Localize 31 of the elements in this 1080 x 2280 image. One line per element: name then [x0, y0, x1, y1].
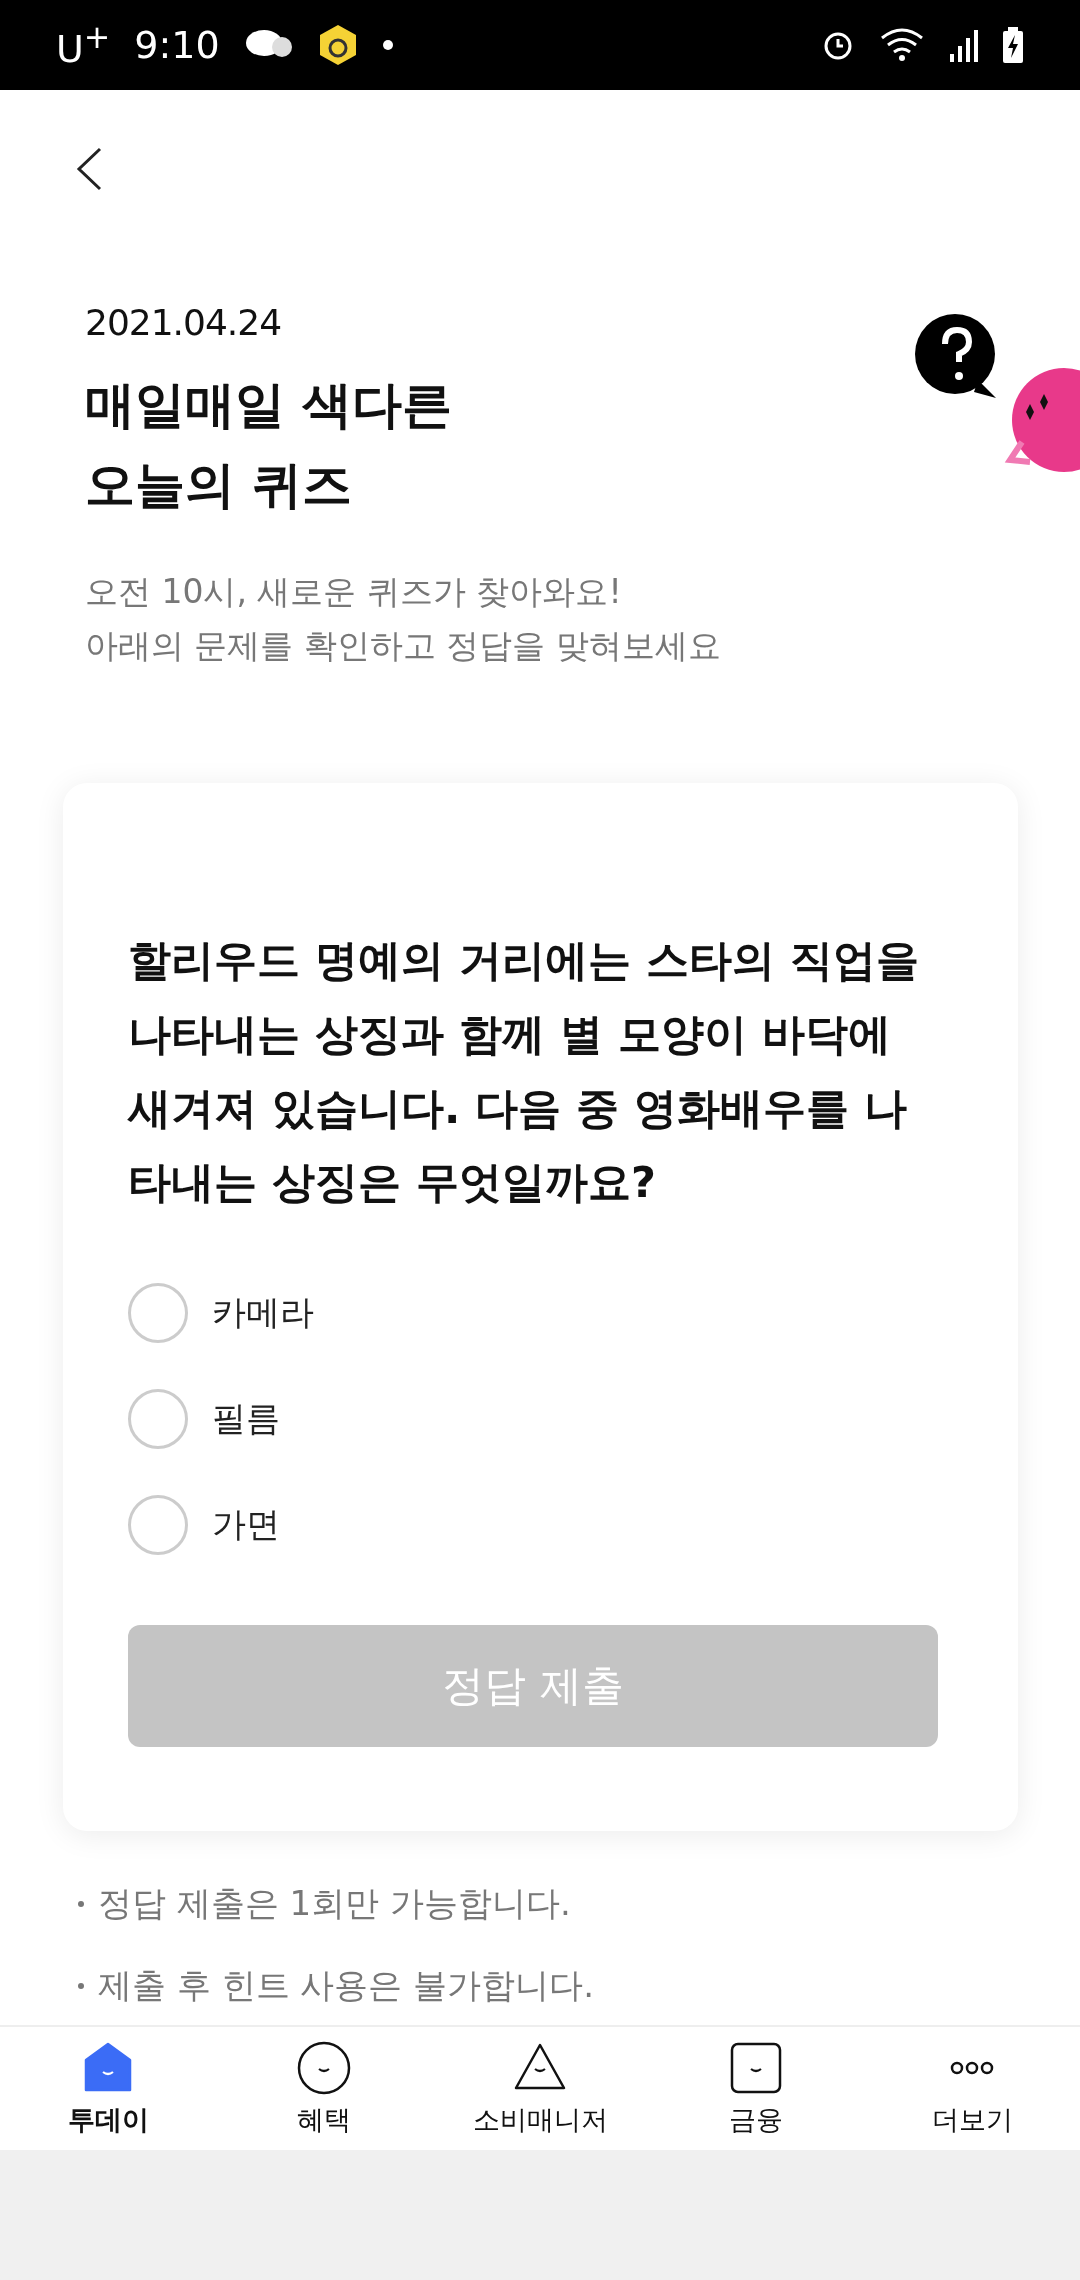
tab[interactable]: 소비매니저 [440, 2039, 640, 2138]
clock: 9:10 [134, 23, 220, 67]
bullet-icon [78, 1983, 84, 1989]
signal-icon [948, 28, 978, 62]
subtitle: 아래의 문제를 확인하고 정답을 맞혀보세요 [85, 625, 722, 667]
option-label[interactable]: 가면 [212, 1502, 280, 1548]
radio-button[interactable] [128, 1389, 188, 1449]
tab[interactable]: 금융 [656, 2039, 856, 2138]
note-text: 정답 제출은 1회만 가능합니다. [98, 1882, 571, 1925]
note-text: 제출 후 힌트 사용은 불가합니다. [98, 1964, 595, 2007]
app-badge-icon [317, 23, 358, 67]
page-title: 매일매일 색다른 [85, 375, 454, 436]
wifi-icon [880, 28, 924, 62]
battery-icon [1002, 27, 1024, 63]
dot-icon [381, 39, 394, 51]
option-label[interactable]: 필름 [212, 1396, 280, 1442]
tab[interactable]: 혜택 [224, 2039, 424, 2138]
quiz-date: 2021.04.24 [85, 302, 283, 343]
tab[interactable]: 더보기 [872, 2039, 1072, 2138]
tab[interactable]: 투데이 [8, 2039, 208, 2138]
carrier-label: U$^{+}$ [56, 19, 111, 71]
option-label[interactable]: 카메라 [212, 1290, 314, 1336]
radio-button[interactable] [128, 1495, 188, 1555]
page-title: 오늘의 퀴즈 [85, 455, 354, 516]
question-text: 할리우드 명예의 거리에는 스타의 직업을 나타내는 상징과 함께 별 모양이 바닥에 새겨져 있습니다. 다음 중 영화배우를 나타내는 상징은 무엇일까요? [128, 934, 920, 1209]
smiley-circle-icon [296, 2039, 352, 2096]
more-icon [950, 2060, 994, 2075]
back-icon[interactable] [74, 146, 104, 192]
subtitle: 오전 10시, 새로운 퀴즈가 찾아와요! [85, 571, 623, 613]
bullet-icon [78, 1901, 84, 1907]
radio-button[interactable] [128, 1283, 188, 1343]
